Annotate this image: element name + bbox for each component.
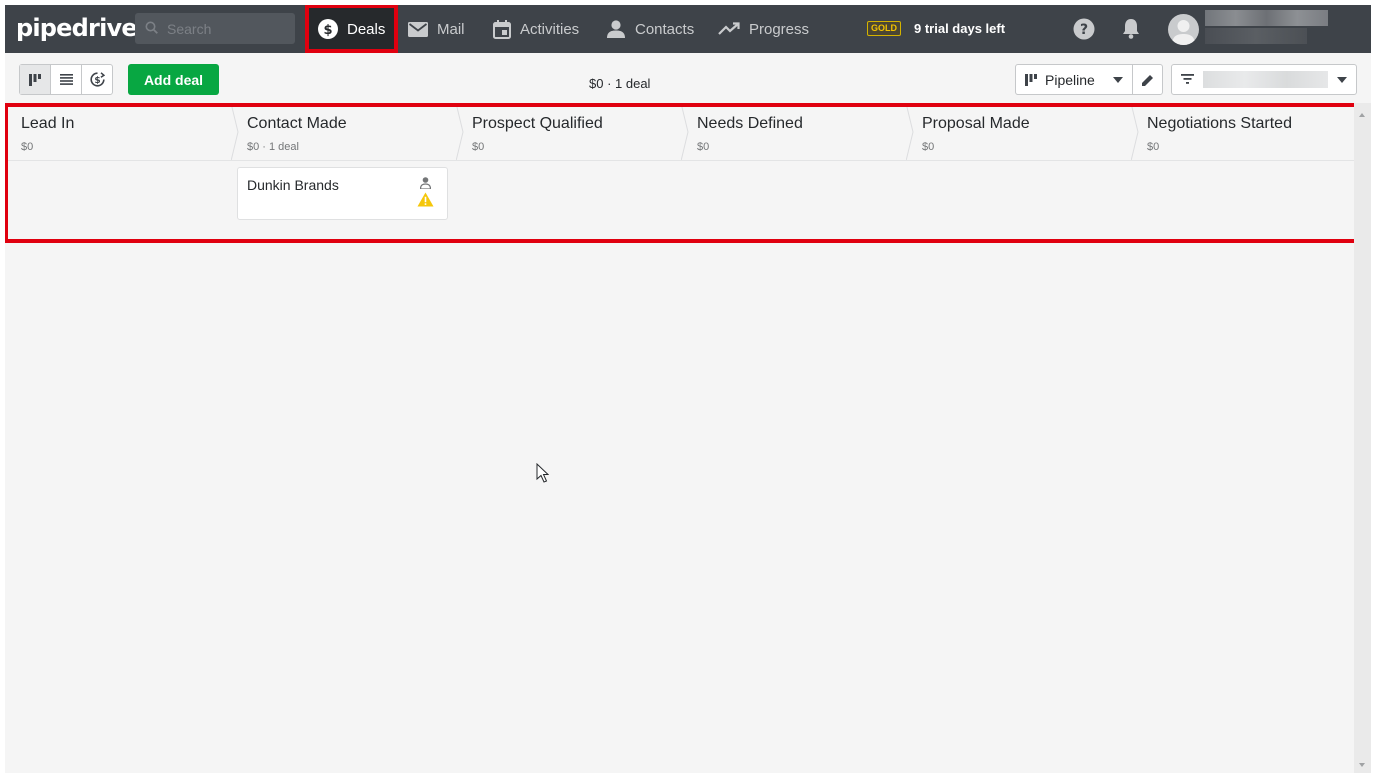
pipeline-icon (1025, 73, 1037, 86)
caret-down-icon (1113, 77, 1123, 83)
pipeline-view-button[interactable] (20, 65, 51, 94)
filter-value-redacted (1203, 71, 1328, 88)
nav-mail-label: Mail (437, 20, 465, 38)
pencil-icon (1141, 74, 1153, 86)
plan-badge: GOLD (867, 21, 901, 36)
list-view-icon (59, 74, 73, 85)
deals-toolbar: $ Add deal $0 · 1 deal Pipeline (5, 53, 1371, 103)
pipeline-summary: $0 · 1 deal (589, 76, 651, 91)
nav-mail[interactable]: Mail (408, 5, 465, 53)
help-icon[interactable]: ? (1073, 18, 1095, 40)
forecast-view-icon: $ (89, 72, 105, 87)
nav-activities[interactable]: Activities (493, 5, 579, 53)
pipedrive-logo[interactable]: pipedrive (16, 14, 138, 42)
notifications-bell-icon[interactable] (1122, 18, 1140, 39)
svg-text:$: $ (94, 76, 100, 86)
caret-down-icon (1337, 77, 1347, 83)
add-deal-button[interactable]: Add deal (128, 64, 219, 95)
edit-pipeline-button[interactable] (1132, 64, 1163, 95)
pipeline-select-label: Pipeline (1045, 71, 1095, 88)
avatar-person-icon (1172, 20, 1195, 45)
top-navigation-bar: pipedrive Search $ Deals Mail Activities… (5, 5, 1371, 53)
search-icon (145, 21, 158, 34)
list-view-button[interactable] (51, 65, 82, 94)
nav-contacts[interactable]: Contacts (606, 5, 694, 53)
deals-highlight-box (305, 5, 398, 53)
search-input[interactable]: Search (135, 13, 295, 44)
user-avatar[interactable] (1168, 14, 1199, 45)
filter-icon (1181, 74, 1194, 84)
scroll-down-arrow-icon[interactable] (1359, 763, 1365, 767)
vertical-scrollbar[interactable] (1354, 103, 1371, 773)
svg-text:?: ? (1080, 22, 1088, 38)
pipeline-highlight-box (5, 103, 1370, 243)
forecast-view-button[interactable]: $ (82, 65, 112, 94)
company-name-redacted (1205, 28, 1307, 44)
trial-days-left[interactable]: 9 trial days left (914, 21, 1005, 36)
mail-icon (408, 21, 428, 37)
person-icon (607, 20, 625, 38)
scroll-up-arrow-icon[interactable] (1359, 113, 1365, 117)
user-name-redacted[interactable] (1205, 10, 1328, 26)
app-window: pipedrive Search $ Deals Mail Activities… (5, 5, 1371, 773)
nav-contacts-label: Contacts (635, 20, 695, 38)
pipeline-select[interactable]: Pipeline (1015, 64, 1133, 95)
filter-select[interactable] (1171, 64, 1357, 95)
calendar-icon (493, 19, 511, 39)
nav-progress[interactable]: Progress (718, 5, 809, 53)
nav-activities-label: Activities (520, 20, 580, 38)
mouse-cursor-icon (536, 463, 549, 483)
trending-up-icon (718, 22, 740, 35)
nav-progress-label: Progress (749, 20, 810, 38)
pipeline-view-icon (29, 73, 41, 86)
view-switcher: $ (19, 64, 113, 95)
search-placeholder: Search (167, 21, 212, 37)
